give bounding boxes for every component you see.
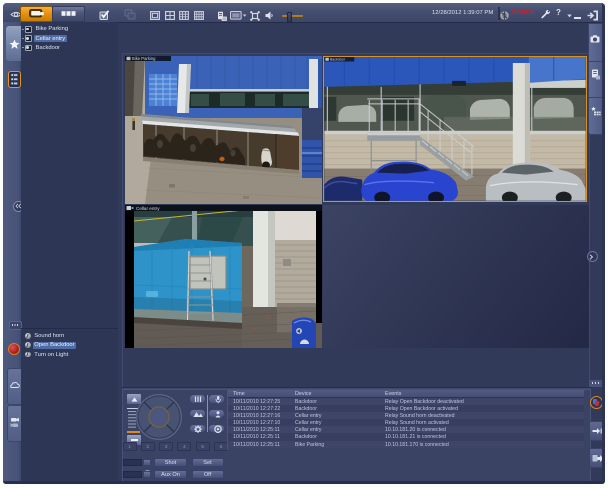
svg-text:Cellar entry: Cellar entry <box>136 206 160 211</box>
svg-text:Bike Parking: Bike Parking <box>132 56 156 61</box>
svg-text:Backdoor: Backdoor <box>330 58 346 62</box>
